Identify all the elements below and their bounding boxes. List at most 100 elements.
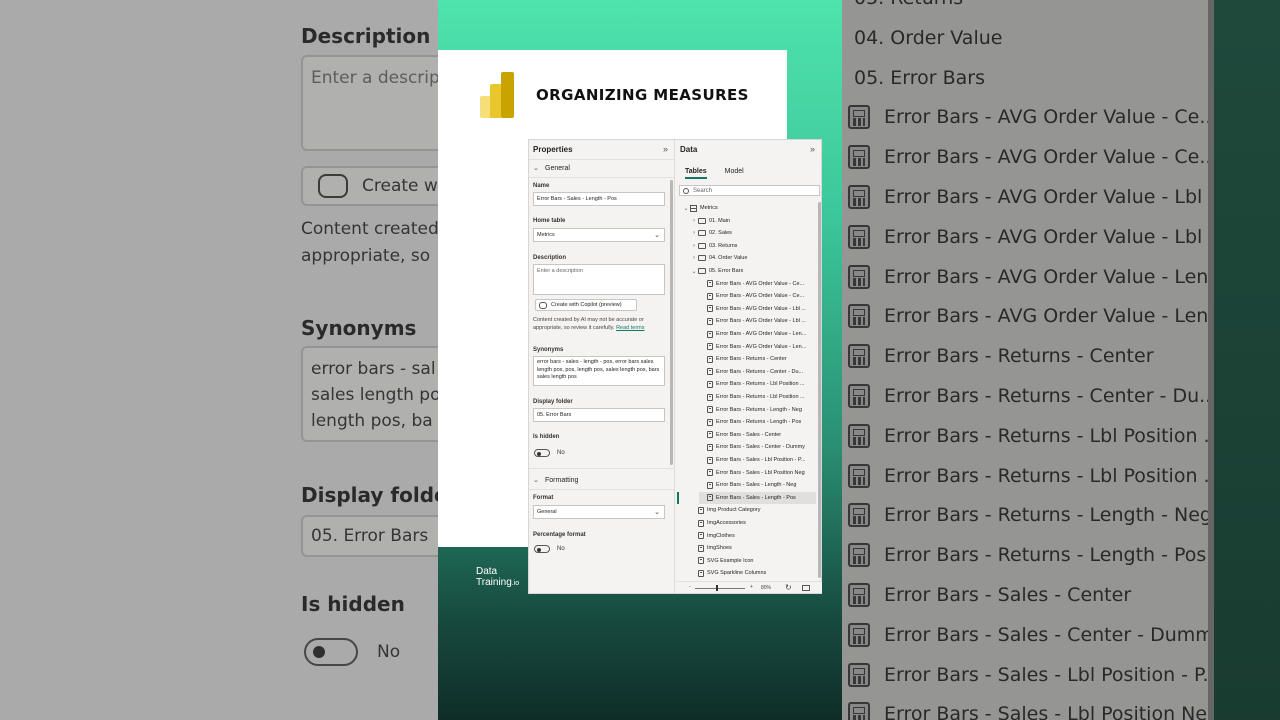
measure-icon — [707, 481, 713, 489]
measure-icon — [707, 355, 713, 363]
measure-item[interactable]: Error Bars - Sales - Center — [699, 429, 816, 441]
read-terms-link[interactable]: Read terms — [616, 325, 644, 331]
properties-scrollbar[interactable] — [670, 180, 673, 465]
measure-item-label: ImgShoes — [707, 545, 732, 552]
measure-item[interactable]: Error Bars - AVG Order Value - Len... — [699, 341, 816, 353]
home-table-select[interactable]: Metrics ⌄ — [533, 228, 665, 242]
measure-icon — [707, 431, 713, 439]
measure-icon — [698, 506, 704, 514]
measure-item[interactable]: ImgClothes — [690, 530, 816, 542]
measure-item-label: Error Bars - Returns - Lbl Position ... — [716, 394, 805, 400]
search-input[interactable]: Search — [679, 185, 820, 196]
chevron-right-icon[interactable]: › — [690, 243, 698, 249]
zoom-in-button[interactable]: + — [750, 584, 753, 590]
measure-item[interactable]: Error Bars - Returns - Lbl Position ... — [699, 391, 816, 403]
description-input[interactable]: Enter a description — [533, 264, 665, 295]
tab-tables[interactable]: Tables — [685, 168, 707, 179]
is-hidden-toggle[interactable] — [534, 449, 550, 457]
measure-item[interactable]: Error Bars - AVG Order Value - Ce... — [699, 278, 816, 290]
chevron-right-icon[interactable]: › — [690, 230, 698, 236]
brand-line1: Data — [476, 566, 498, 577]
measure-item-label: Error Bars - Sales - Length - Neg — [716, 482, 797, 489]
folder-icon — [698, 217, 706, 224]
tab-model[interactable]: Model — [725, 168, 744, 178]
table-metrics[interactable]: ⌄ Metrics — [682, 202, 816, 214]
format-value: General — [537, 509, 557, 515]
folder-item[interactable]: › 04. Order Value — [690, 252, 816, 264]
measure-item-label: Error Bars - Returns - Center — [716, 356, 787, 363]
measure-item[interactable]: Img Product Category — [690, 504, 816, 516]
chevron-down-icon: ⌄ — [654, 509, 660, 516]
fit-to-page-icon[interactable] — [802, 585, 810, 591]
measure-icon — [698, 544, 704, 552]
measure-item[interactable]: Error Bars - Sales - Center - Dummy — [699, 441, 816, 453]
measure-item[interactable]: Error Bars - Sales - Length - Neg — [699, 479, 816, 491]
general-section-label: General — [545, 164, 570, 172]
collapse-data-icon[interactable]: » — [810, 144, 815, 154]
measure-item-label: Error Bars - Sales - Length - Pos — [716, 494, 796, 501]
collapse-properties-icon[interactable]: » — [663, 144, 668, 154]
format-label: Format — [533, 495, 554, 501]
folder-item-label: 03. Returns — [709, 242, 738, 249]
measure-item-label: Error Bars - AVG Order Value - Lbl ... — [716, 318, 806, 325]
measure-item[interactable]: Error Bars - Returns - Length - Neg — [699, 404, 816, 416]
folder-item[interactable]: › 01. Main — [690, 215, 816, 227]
create-with-copilot-button[interactable]: Create with Copilot (preview) — [535, 299, 637, 311]
chevron-down-icon: ⌄ — [533, 477, 539, 484]
measure-icon — [707, 368, 713, 376]
zoom-slider-thumb[interactable] — [716, 585, 718, 591]
measure-item[interactable]: SVG Example Icon — [690, 555, 816, 567]
power-bi-logo-icon — [480, 72, 514, 118]
background-right-zoomed-data-pane: 05. Returns04. Order Value05. Error Bars… — [842, 0, 1280, 720]
measure-icon — [707, 292, 713, 300]
measure-item-label: Error Bars - Returns - Center - Du... — [716, 368, 804, 375]
measure-item[interactable]: Error Bars - AVG Order Value - Lbl ... — [699, 315, 816, 327]
zoom-bar: - + 80% ↻ — [676, 581, 822, 593]
measure-item[interactable]: ImgShoes — [690, 542, 816, 554]
measure-item[interactable]: Error Bars - AVG Order Value - Ce... — [699, 290, 816, 302]
measure-item[interactable]: Error Bars - Sales - Lbl Position Neg — [699, 467, 816, 479]
folder-item[interactable]: › 03. Returns — [690, 240, 816, 252]
measure-item-label: Img Product Category — [707, 507, 761, 514]
measure-icon — [707, 456, 713, 464]
measure-item[interactable]: Error Bars - AVG Order Value - Lbl ... — [699, 303, 816, 315]
zoom-slider[interactable] — [695, 588, 745, 589]
format-select[interactable]: General ⌄ — [533, 505, 665, 519]
zoom-out-button[interactable]: - — [689, 584, 691, 590]
measure-item[interactable]: Error Bars - Sales - Length - Pos — [699, 491, 816, 504]
chevron-right-icon[interactable]: › — [690, 255, 698, 261]
data-scrollbar[interactable] — [818, 202, 821, 578]
measure-item[interactable]: Error Bars - AVG Order Value - Len... — [699, 328, 816, 340]
name-input[interactable]: Error Bars - Sales - Length - Pos — [533, 192, 665, 206]
refresh-icon[interactable]: ↻ — [785, 583, 792, 592]
general-section[interactable]: ⌄ General — [533, 164, 570, 173]
folder-item[interactable]: › 02. Sales — [690, 227, 816, 239]
measure-item[interactable]: Error Bars - Returns - Center — [699, 353, 816, 365]
measure-item[interactable]: SVG Sparkline Columns — [690, 567, 816, 579]
ai-note: Content created by AI may not be accurat… — [533, 316, 667, 332]
measure-item[interactable]: Error Bars - Returns - Lbl Position ... — [699, 378, 816, 390]
is-hidden-value: No — [557, 450, 565, 456]
measure-item[interactable]: ImgAccessories — [690, 517, 816, 529]
measure-item-label: Error Bars - Sales - Lbl Position - P... — [716, 457, 806, 463]
folder-item-label: 02. Sales — [709, 230, 732, 237]
measure-item-label: Error Bars - AVG Order Value - Ce... — [716, 293, 805, 300]
chevron-right-icon[interactable]: › — [690, 218, 698, 224]
formatting-section[interactable]: ⌄ Formatting — [533, 476, 579, 485]
percentage-format-toggle[interactable] — [534, 545, 550, 553]
name-label: Name — [533, 183, 550, 189]
measure-item[interactable]: Error Bars - Returns - Length - Pos — [699, 416, 816, 428]
chevron-down-icon[interactable]: ⌄ — [682, 205, 690, 212]
display-folder-input[interactable]: 05. Error Bars — [533, 408, 665, 422]
formatting-section-label: Formatting — [545, 476, 579, 484]
is-hidden-label: Is hidden — [533, 434, 560, 440]
measure-item[interactable]: Error Bars - Returns - Center - Du... — [699, 366, 816, 378]
measure-item-label: Error Bars - Returns - Lbl Position ... — [716, 381, 805, 388]
chevron-down-icon: ⌄ — [654, 232, 660, 239]
folder-icon — [698, 242, 706, 249]
folder-icon — [698, 230, 706, 237]
chevron-down-icon[interactable]: ⌄ — [690, 268, 698, 275]
measure-item[interactable]: Error Bars - Sales - Lbl Position - P... — [699, 454, 816, 466]
synonyms-input[interactable]: error bars - sales - length - pos, error… — [533, 356, 665, 386]
folder-item[interactable]: ⌄ 05. Error Bars — [690, 265, 816, 277]
